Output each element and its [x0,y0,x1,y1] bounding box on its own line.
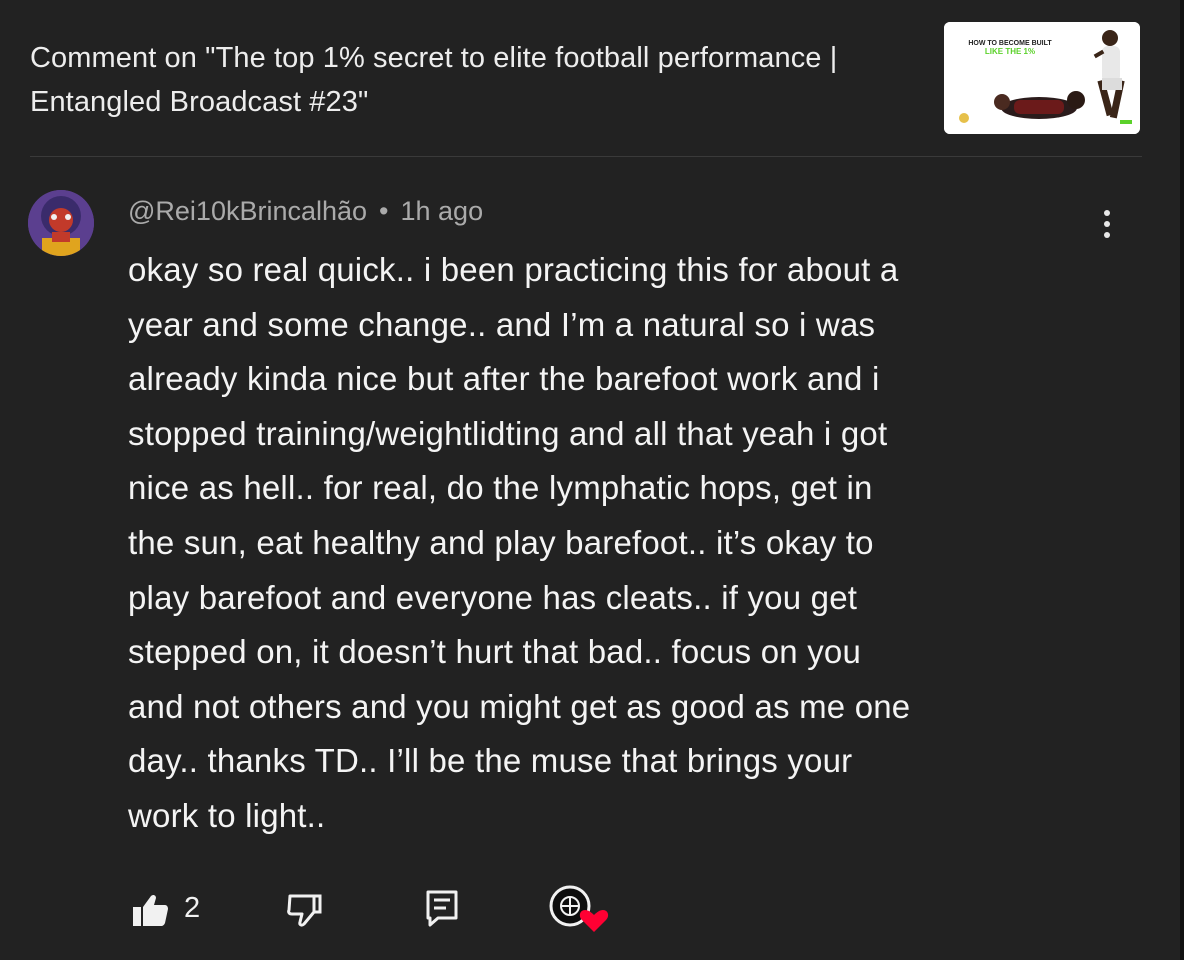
reply-icon [426,890,458,927]
avatar-image [28,190,94,256]
comment-time[interactable]: 1h ago [401,196,484,227]
video-thumbnail[interactable]: HOW TO BECOME BUILT LIKE THE 1% [944,22,1140,134]
like-button[interactable] [130,890,170,930]
comment-meta: @Rei10kBrincalhão • 1h ago [128,196,483,227]
meta-separator: • [379,196,389,226]
thumbnail-line-2: LIKE THE 1% [984,47,1036,56]
creator-heart-icon [549,885,609,932]
reply-button[interactable] [424,888,460,928]
divider [30,156,1142,157]
like-count: 2 [184,892,201,924]
dislike-button[interactable] [284,890,324,930]
thumbnail-line-1: HOW TO BECOME BUILT [968,40,1052,47]
thumbnail-image [944,22,1140,134]
comment-text: okay so real quick.. i been practicing t… [128,251,911,834]
creator-heart [548,884,610,936]
more-vert-icon[interactable] [1092,204,1122,244]
avatar[interactable] [28,190,94,256]
thumbs-down-icon [287,894,322,927]
comment-author[interactable]: @Rei10kBrincalhão [128,196,367,227]
page-title: Comment on "The top 1% secret to elite f… [30,42,838,118]
comment-page: Comment on "The top 1% secret to elite f… [0,0,1184,960]
thumbs-up-icon [133,894,168,926]
